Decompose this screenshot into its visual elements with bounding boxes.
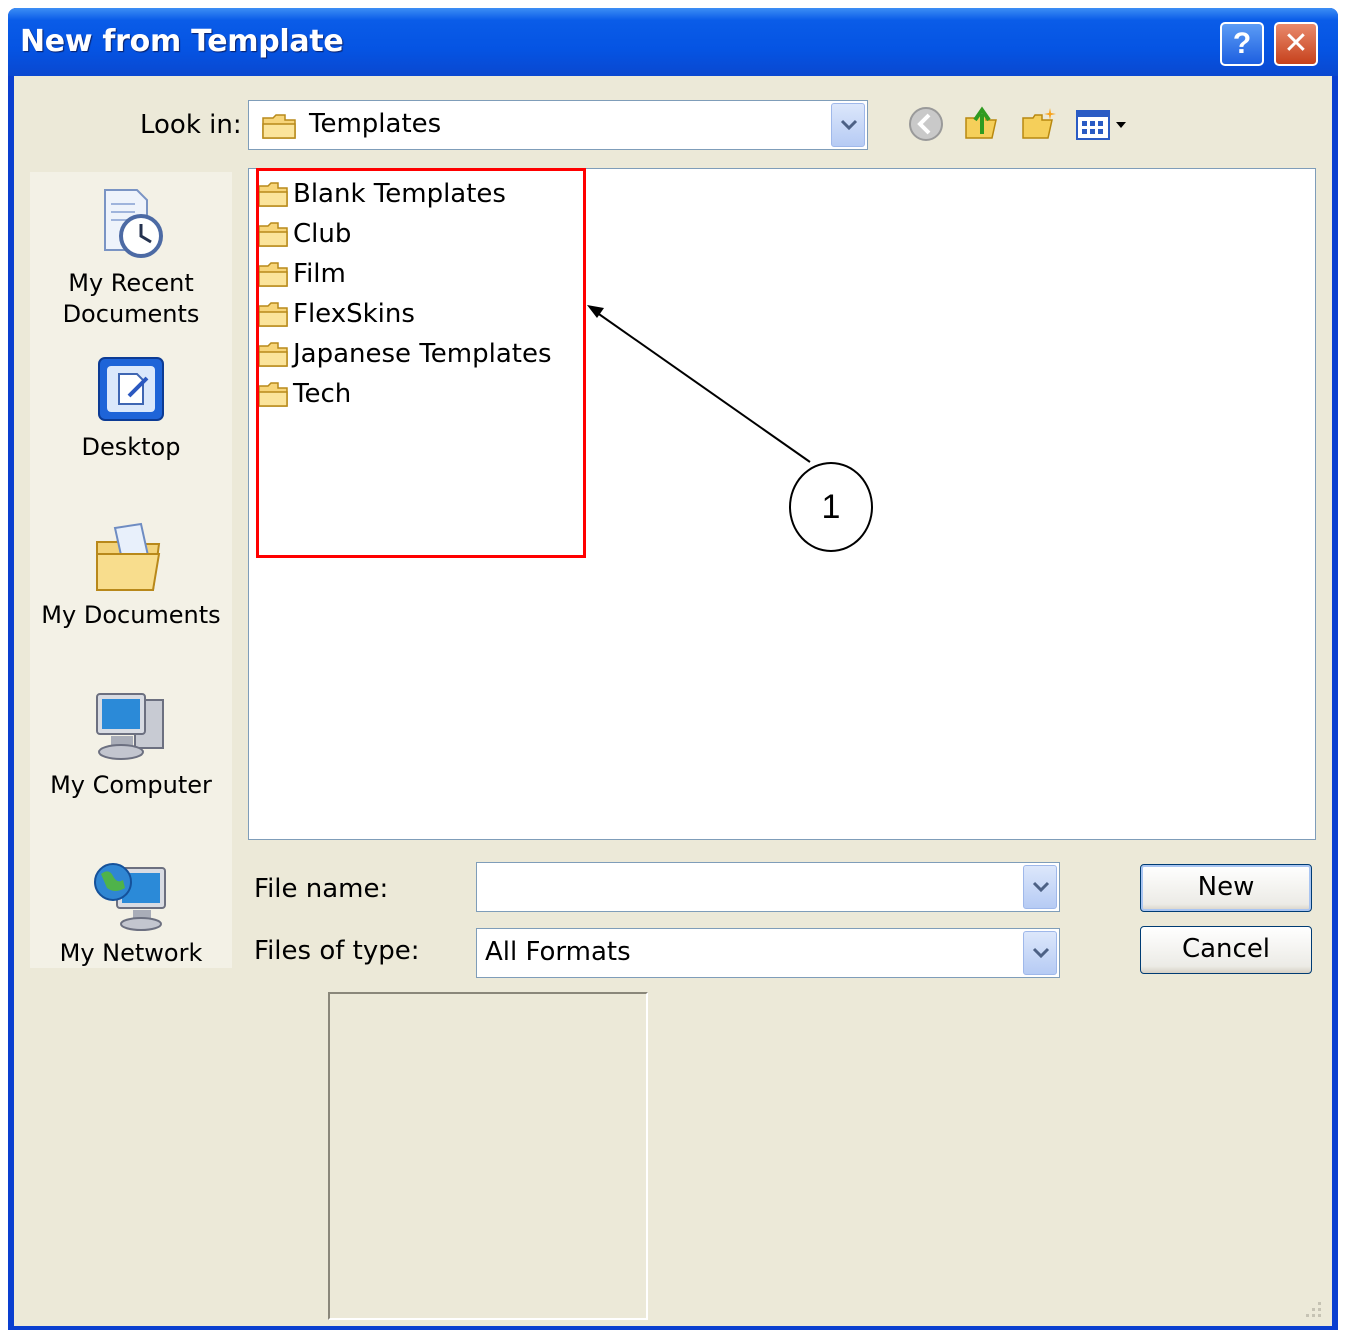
annotation-number: 1 [789,462,873,552]
annotation-arrow [587,305,811,463]
